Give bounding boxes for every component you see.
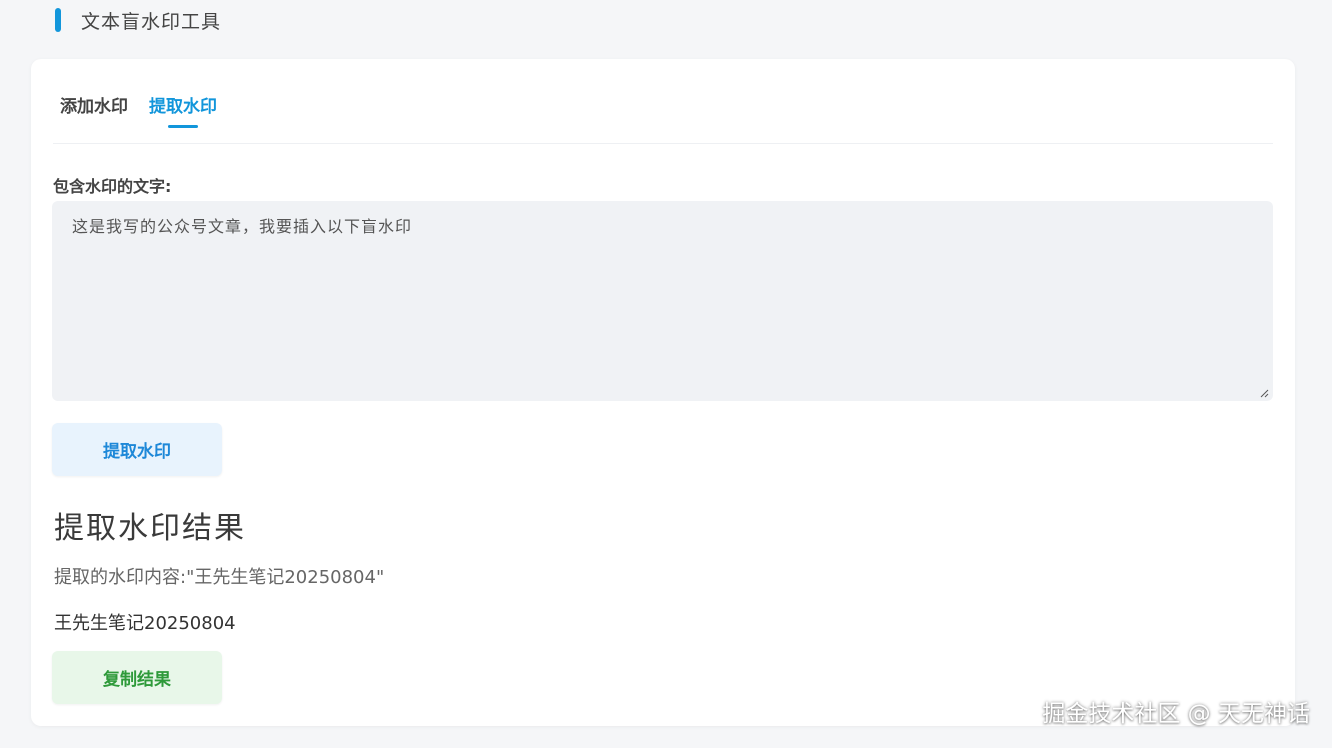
- page-title: 文本盲水印工具: [81, 10, 222, 33]
- site-watermark: 掘金技术社区 @ 天无神话: [1042, 701, 1310, 727]
- tab-label: 提取水印: [149, 97, 217, 117]
- extract-watermark-button[interactable]: 提取水印: [52, 423, 222, 476]
- input-label: 包含水印的文字:: [53, 177, 172, 196]
- resize-handle-icon[interactable]: [1259, 388, 1269, 398]
- copy-result-button[interactable]: 复制结果: [52, 651, 222, 704]
- result-value: 王先生笔记20250804: [54, 613, 236, 634]
- tab-add-watermark[interactable]: 添加水印: [60, 95, 128, 119]
- tab-label: 添加水印: [60, 97, 128, 117]
- header-accent-bar: [55, 8, 61, 32]
- result-heading: 提取水印结果: [54, 511, 246, 546]
- main-card: 添加水印 提取水印 包含水印的文字: 这是我写的公众号文章，我要插入以下盲水印 …: [31, 59, 1295, 726]
- input-text: 这是我写的公众号文章，我要插入以下盲水印: [72, 217, 413, 236]
- page-header: 文本盲水印工具: [55, 8, 222, 33]
- button-label: 提取水印: [103, 442, 171, 462]
- watermarked-text-input[interactable]: 这是我写的公众号文章，我要插入以下盲水印: [52, 201, 1273, 401]
- tabs-divider: [53, 143, 1273, 144]
- active-tab-indicator: [168, 125, 198, 128]
- tab-extract-watermark[interactable]: 提取水印: [149, 95, 217, 128]
- button-label: 复制结果: [103, 670, 171, 690]
- result-description: 提取的水印内容:"王先生笔记20250804": [54, 567, 385, 588]
- tab-bar: 添加水印 提取水印: [60, 95, 238, 128]
